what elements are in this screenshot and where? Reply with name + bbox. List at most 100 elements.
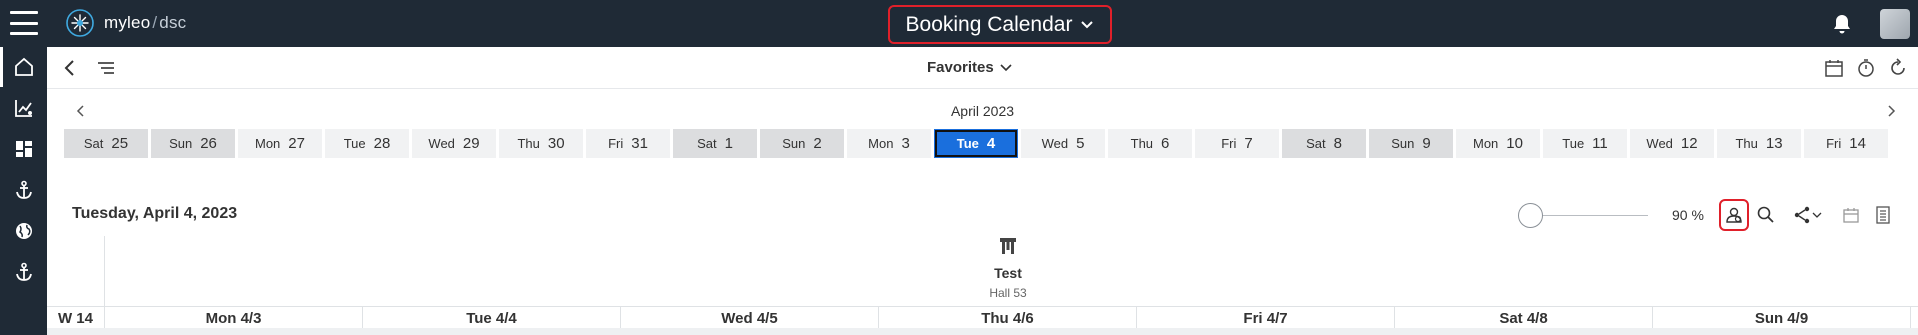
- day-of-week: Wed: [428, 136, 455, 151]
- favorites-dropdown[interactable]: Favorites: [927, 59, 1012, 76]
- sidebar: [0, 47, 47, 335]
- day-cell[interactable]: Sat 1: [673, 129, 757, 158]
- week-day-header[interactable]: Sat 4/8: [1395, 307, 1653, 328]
- day-cell[interactable]: Fri 31: [586, 129, 670, 158]
- back-arrow-icon[interactable]: [59, 57, 81, 79]
- logo-brand: myleo: [104, 13, 151, 32]
- logo-product: dsc: [159, 13, 187, 32]
- share-icon: [1794, 206, 1810, 224]
- calendar-icon[interactable]: [1823, 57, 1845, 79]
- day-number: 26: [200, 135, 217, 152]
- sidebar-item-analytics[interactable]: [0, 88, 47, 128]
- day-number: 8: [1333, 135, 1342, 152]
- home-icon: [14, 57, 33, 76]
- day-number: 13: [1765, 135, 1783, 152]
- day-number: 7: [1244, 135, 1253, 152]
- day-number: 14: [1849, 135, 1866, 152]
- day-number: 4: [986, 135, 996, 152]
- refresh-icon[interactable]: [1887, 57, 1909, 79]
- day-cell[interactable]: Mon 10: [1456, 129, 1540, 158]
- day-of-week: Sun: [782, 136, 806, 151]
- date-heading: Tuesday, April 4, 2023: [72, 205, 238, 222]
- logo[interactable]: myleo / dsc: [64, 6, 186, 40]
- favorites-label: Favorites: [927, 59, 994, 76]
- day-cell[interactable]: Thu 13: [1717, 129, 1801, 158]
- day-of-week: Mon: [868, 136, 894, 151]
- sidebar-item-home[interactable]: [0, 47, 47, 87]
- week-day-header[interactable]: Tue 4/4: [363, 307, 621, 328]
- app-title: Booking Calendar: [905, 12, 1073, 36]
- day-cell[interactable]: Sat 8: [1282, 129, 1366, 158]
- day-of-week: Sun: [1391, 136, 1415, 151]
- day-cell[interactable]: Wed 29: [412, 129, 496, 158]
- day-cell[interactable]: Fri 7: [1195, 129, 1279, 158]
- day-of-week: Sat: [83, 136, 104, 151]
- week-number: W 14: [47, 307, 105, 328]
- day-cell[interactable]: Sat 25: [64, 129, 148, 158]
- toolbar: Favorites: [47, 47, 1918, 89]
- day-of-week: Mon: [255, 136, 281, 151]
- anchor-icon: [15, 262, 32, 281]
- week-day-header[interactable]: Fri 4/7: [1137, 307, 1395, 328]
- anchor-icon: [15, 180, 32, 199]
- day-cell[interactable]: Sun 2: [760, 129, 844, 158]
- list-tree-icon[interactable]: [95, 57, 117, 79]
- day-cell[interactable]: Sun 26: [151, 129, 235, 158]
- day-cell[interactable]: Mon 3: [847, 129, 931, 158]
- calendar-view-button[interactable]: [1839, 203, 1863, 227]
- day-number: 1: [724, 135, 733, 152]
- day-number: 2: [813, 135, 822, 152]
- day-of-week: Fri: [608, 136, 624, 151]
- day-number: 25: [111, 135, 129, 152]
- search-button[interactable]: [1754, 203, 1778, 227]
- day-cell[interactable]: Mon 27: [238, 129, 322, 158]
- menu-icon[interactable]: [10, 11, 38, 35]
- calendar-icon: [1843, 208, 1859, 223]
- day-number: 10: [1506, 135, 1523, 152]
- day-number: 28: [373, 135, 391, 152]
- share-button[interactable]: [1790, 203, 1824, 227]
- bell-icon[interactable]: [1830, 12, 1854, 36]
- day-number: 5: [1076, 135, 1085, 152]
- day-cell[interactable]: Tue 4: [934, 129, 1018, 158]
- zoom-slider-handle[interactable]: [1518, 203, 1543, 228]
- day-cell[interactable]: Thu 30: [499, 129, 583, 158]
- sidebar-item-anchor-2[interactable]: [0, 252, 47, 292]
- day-cell[interactable]: Wed 12: [1630, 129, 1714, 158]
- analytics-icon: [14, 100, 32, 117]
- day-cell[interactable]: Thu 6: [1108, 129, 1192, 158]
- day-cell[interactable]: Tue 28: [325, 129, 409, 158]
- month-navigator: April 2023: [47, 97, 1918, 125]
- list-view-button[interactable]: [1871, 203, 1895, 227]
- resource-select-button[interactable]: [1719, 199, 1749, 231]
- zoom-slider-track[interactable]: [1530, 215, 1648, 216]
- day-cell[interactable]: Fri 14: [1804, 129, 1888, 158]
- day-cell[interactable]: Wed 5: [1021, 129, 1105, 158]
- week-day-header[interactable]: Wed 4/5: [621, 307, 879, 328]
- globe-icon: [15, 223, 32, 239]
- chevron-right-icon[interactable]: [1883, 103, 1899, 119]
- day-number: 31: [631, 135, 648, 152]
- divider: [104, 236, 105, 306]
- week-day-header[interactable]: Thu 4/6: [879, 307, 1137, 328]
- day-cell[interactable]: Sun 9: [1369, 129, 1453, 158]
- resource-subtitle: Hall 53: [989, 286, 1027, 300]
- sidebar-item-globe[interactable]: [0, 211, 47, 251]
- logo-text: myleo / dsc: [104, 13, 186, 33]
- day-of-week: Sat: [1306, 136, 1326, 151]
- timer-icon[interactable]: [1855, 57, 1877, 79]
- sidebar-item-dashboard[interactable]: [0, 129, 47, 169]
- logo-separator: /: [152, 13, 158, 32]
- user-group-icon: [1726, 207, 1742, 223]
- resource-header[interactable]: Test Hall 53: [958, 236, 1058, 300]
- app-title-dropdown[interactable]: Booking Calendar: [888, 5, 1112, 44]
- week-day-header[interactable]: Sun 4/9: [1653, 307, 1911, 328]
- day-of-week: Tue: [343, 136, 366, 151]
- chevron-down-icon: [1812, 212, 1822, 218]
- day-of-week: Fri: [1221, 136, 1237, 151]
- top-bar: myleo / dsc Booking Calendar: [0, 0, 1918, 47]
- week-day-header[interactable]: Mon 4/3: [105, 307, 363, 328]
- avatar[interactable]: [1880, 9, 1910, 39]
- day-cell[interactable]: Tue 11: [1543, 129, 1627, 158]
- sidebar-item-anchor[interactable]: [0, 170, 47, 210]
